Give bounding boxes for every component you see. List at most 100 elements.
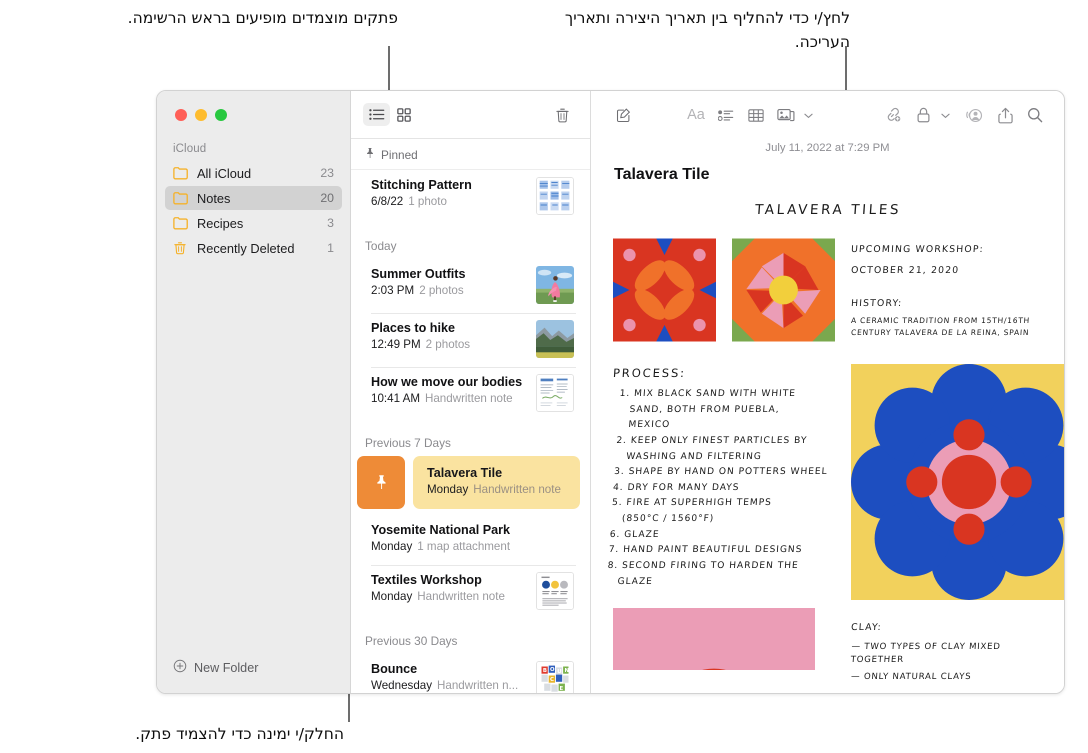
sidebar-account-label: iCloud <box>173 143 207 155</box>
process-heading: PROCESS: <box>612 366 687 380</box>
list-item[interactable]: Yosemite National Park Monday 1 map attac… <box>361 515 580 565</box>
note-meta: 12:49 PM 2 photos <box>371 337 528 354</box>
note-detail: Handwritten n... <box>437 678 519 692</box>
note-date: 12:49 PM <box>371 338 421 351</box>
handwritten-note-thumb <box>536 374 574 412</box>
note-timestamp[interactable]: July 11, 2022 at 7:29 PM <box>613 139 1042 166</box>
process-step: 5. FIRE AT SUPERHIGH TEMPS <box>611 498 773 509</box>
table-button[interactable] <box>741 102 771 128</box>
folder-icon <box>173 216 190 231</box>
checklist-icon <box>718 109 734 121</box>
list-item[interactable]: Textiles Workshop Monday Handwritten note <box>361 564 580 619</box>
note-meta: 10:41 AM Handwritten note <box>371 391 528 408</box>
media-button[interactable] <box>771 102 801 128</box>
group-header-previous-7-days: Previous 7 Days <box>365 436 451 450</box>
list-item[interactable]: How we move our bodies 10:41 AM Handwritt… <box>361 367 580 421</box>
note-date: 6/8/22 <box>371 195 404 208</box>
folder-icon <box>173 166 190 181</box>
note-detail: 2 photos <box>419 284 464 297</box>
note-detail-toolbar: Aa <box>591 91 1064 139</box>
sidebar-item-all-icloud[interactable]: All iCloud 23 <box>165 161 342 185</box>
history-block: HISTORY: A CERAMIC TRADITION FROM 15TH/1… <box>851 296 1042 338</box>
annotation-top-left-text: פתקים מוצמדים מופיעים בראש הרשימה. <box>127 9 398 27</box>
process-step: 4. DRY FOR MANY DAYS <box>612 482 740 493</box>
talavera-tile-image-large <box>851 363 1064 600</box>
list-item-talavera-tile[interactable]: Talavera Tile Monday Handwritten note <box>413 456 580 509</box>
plus-circle-icon <box>173 659 187 676</box>
sidebar-item-count: 20 <box>320 191 334 205</box>
list-view-icon <box>368 109 384 120</box>
clay-line: — ONLY NATURAL CLAYS <box>850 672 972 683</box>
sidebar-item-notes[interactable]: Notes 20 <box>165 186 342 210</box>
media-icon <box>777 108 795 121</box>
delete-note-button[interactable] <box>549 103 576 126</box>
maximize-button[interactable] <box>215 109 227 121</box>
trash-icon <box>556 108 569 122</box>
process-step: 8. SECOND FIRING TO HARDEN THE <box>607 561 799 572</box>
search-icon <box>1028 108 1043 123</box>
pinned-section-header: Pinned <box>351 139 590 170</box>
lock-icon <box>917 107 929 123</box>
svg-text:U: U <box>557 668 561 674</box>
pin-note-button[interactable] <box>357 456 405 509</box>
close-button[interactable] <box>175 109 187 121</box>
note-content[interactable]: July 11, 2022 at 7:29 PM Talavera Tile T… <box>591 139 1064 693</box>
search-button[interactable] <box>1020 102 1050 128</box>
note-text: Summer Outfits 2:03 PM 2 photos <box>371 266 528 300</box>
bounce-thumb: BO UN CE <box>536 660 574 693</box>
compose-note-button[interactable] <box>609 102 639 128</box>
sidebar-item-label: Notes <box>197 190 231 206</box>
stitching-pattern-thumb <box>536 177 574 215</box>
add-link-button[interactable] <box>878 102 908 128</box>
minimize-button[interactable] <box>195 109 207 121</box>
workshop-date: OCTOBER 21, 2020 <box>850 265 960 277</box>
note-left-column: PROCESS: 1. MIX BLACK SAND WITH WHITE SA… <box>607 238 835 684</box>
sidebar-folder-list: All iCloud 23 Notes 20 Recipes 3 Recentl… <box>157 161 350 261</box>
note-text: Textiles Workshop Monday Handwritten note <box>371 572 528 606</box>
svg-text:O: O <box>550 667 555 673</box>
note-detail: 1 map attachment <box>417 539 511 553</box>
note-content-grid: PROCESS: 1. MIX BLACK SAND WITH WHITE SA… <box>607 238 1064 684</box>
process-step: SAND, BOTH FROM PUEBLA, <box>629 404 780 415</box>
note-meta: 6/8/22 1 photo <box>371 194 528 211</box>
note-title: Bounce <box>371 661 418 676</box>
sidebar-item-recently-deleted[interactable]: Recently Deleted 1 <box>165 236 342 260</box>
page-title: Talavera Tile <box>614 166 710 183</box>
textiles-workshop-thumb <box>536 571 574 610</box>
list-item[interactable]: Places to hike 12:49 PM 2 photos <box>361 313 580 367</box>
note-detail: Handwritten note <box>417 589 505 603</box>
format-button[interactable]: Aa <box>681 102 711 128</box>
process-block: PROCESS: 1. MIX BLACK SAND WITH WHITE SA… <box>607 366 835 590</box>
gallery-view-button[interactable] <box>390 103 417 126</box>
new-folder-button[interactable]: New Folder <box>157 659 350 693</box>
talavera-tile-image-2 <box>732 238 835 342</box>
note-meta: Monday Handwritten note <box>371 589 528 606</box>
svg-text:C: C <box>550 676 554 682</box>
pin-icon <box>376 475 386 490</box>
clay-block: CLAY: — TWO TYPES OF CLAY MIXED TOGETHER… <box>850 620 1042 684</box>
folder-icon <box>173 191 190 206</box>
note-date: 2:03 PM <box>371 284 415 297</box>
list-item[interactable]: Stitching Pattern 6/8/22 1 photo <box>361 170 580 224</box>
media-chevron-down-icon[interactable] <box>804 106 813 124</box>
sidebar-item-count: 1 <box>327 241 334 255</box>
sidebar-item-recipes[interactable]: Recipes 3 <box>165 211 342 235</box>
checklist-button[interactable] <box>711 102 741 128</box>
notes-app-window: iCloud All iCloud 23 Notes 20 Recipes 3 … <box>156 90 1065 694</box>
note-text: Yosemite National Park Monday 1 map attac… <box>371 522 574 556</box>
process-step: 6. GLAZE <box>609 529 660 540</box>
annotation-top-right-text: לחץ/י כדי להחליף בין תאריך היצירה ותאריך… <box>564 9 850 52</box>
process-steps: 1. MIX BLACK SAND WITH WHITE SAND, BOTH … <box>606 387 842 590</box>
share-button[interactable] <box>990 102 1020 128</box>
sidebar-item-count: 3 <box>327 216 334 230</box>
list-item[interactable]: Summer Outfits 2:03 PM 2 photos <box>361 259 580 313</box>
trash-icon <box>173 241 190 256</box>
list-view-button[interactable] <box>363 103 390 126</box>
svg-text:B: B <box>543 667 547 673</box>
lock-chevron-down-icon[interactable] <box>941 106 950 124</box>
list-item[interactable]: Bounce Wednesday Handwritten n... B O U … <box>361 654 580 693</box>
handwritten-title: TALAVERA TILES <box>754 202 902 218</box>
notes-list-scroll[interactable]: Pinned Stitching Pattern 6/8/22 1 photo <box>351 139 590 693</box>
lock-note-button[interactable] <box>908 102 938 128</box>
collaborate-button[interactable] <box>960 102 990 128</box>
